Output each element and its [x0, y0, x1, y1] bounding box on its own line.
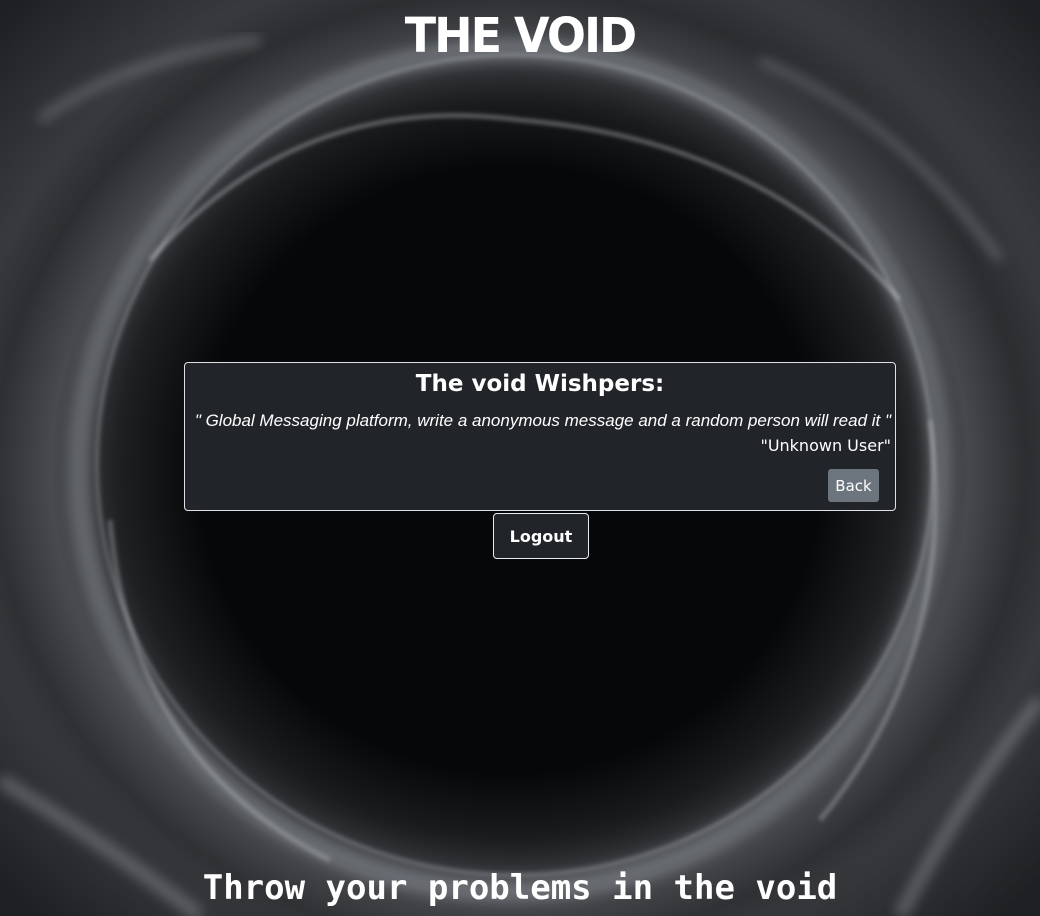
back-button[interactable]: Back	[828, 469, 879, 502]
logout-button[interactable]: Logout	[493, 513, 589, 559]
message-text: " Global Messaging platform, write a ano…	[194, 411, 891, 430]
message-card: The void Wishpers: " Global Messaging pl…	[184, 362, 896, 511]
footer-tagline: Throw your problems in the void	[202, 868, 838, 908]
card-heading: The void Wishpers:	[415, 371, 665, 397]
app-title: THE VOID	[404, 6, 638, 64]
message-author: "Unknown User"	[760, 436, 891, 455]
